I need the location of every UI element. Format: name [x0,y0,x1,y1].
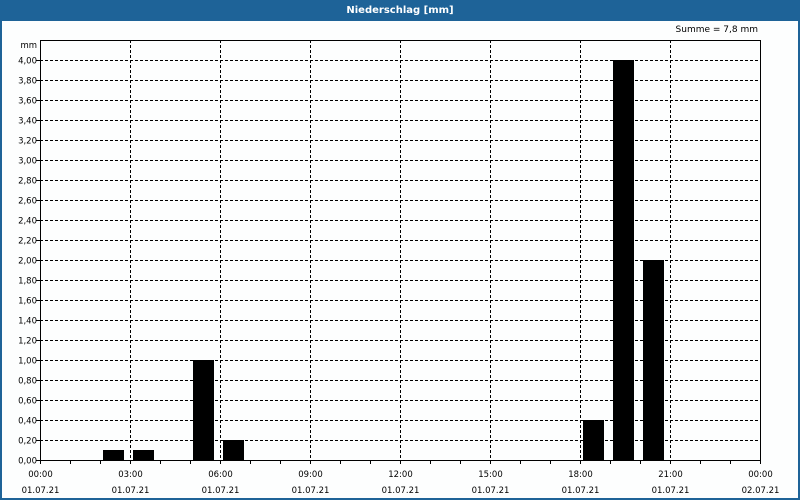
x-tick-date: 01.07.21 [472,486,510,496]
x-tick-date: 01.07.21 [202,486,240,496]
x-tick-time: 00:00 [28,470,53,480]
y-tick-label: 2,80 [18,177,37,187]
x-tick-date: 01.07.21 [112,486,150,496]
x-tick-date: 02.07.21 [742,486,780,496]
y-tick-label: 0,00 [18,457,37,467]
x-tick-date: 01.07.21 [382,486,420,496]
y-tick-label: 1,80 [18,277,37,287]
bar [133,450,154,460]
x-tick-time: 06:00 [208,470,233,480]
x-tick-time: 03:00 [118,470,143,480]
precipitation-chart: 0,00 0,20 0,40 0,60 0,80 1,00 1,20 1,40 1,60 1,80… [18,40,780,496]
bar [613,60,634,460]
bar [193,360,214,460]
bar [103,450,124,460]
x-tick-time: 12:00 [388,470,413,480]
y-tick-label: 2,20 [18,237,37,247]
x-tick-time: 21:00 [658,470,683,480]
y-tick-label: 1,60 [18,297,37,307]
x-tick-time: 15:00 [478,470,503,480]
bar [223,440,244,460]
y-tick-label: 0,40 [18,417,37,427]
y-tick-label: 3,20 [18,137,37,147]
y-tick-label: 4,00 [18,57,37,67]
x-tick-time: 00:00 [748,470,773,480]
y-tick-label: 3,80 [18,77,37,87]
y-tick-label: 0,20 [18,437,37,447]
y-tick-label: 3,00 [18,157,37,167]
x-tick-date: 01.07.21 [652,486,690,496]
y-tick-label: 3,40 [18,117,37,127]
x-tick-date: 01.07.21 [292,486,330,496]
y-tick-label: 1,40 [18,317,37,327]
y-tick-label: 2,60 [18,197,37,207]
y-tick-label: 2,40 [18,217,37,227]
bar [643,260,664,460]
y-tick-label: 1,00 [18,357,37,367]
x-tick-time: 18:00 [568,470,593,480]
bar [583,420,604,460]
x-tick-time: 09:00 [298,470,323,480]
y-tick-label: 1,20 [18,337,37,347]
y-tick-label: 0,80 [18,377,37,387]
y-tick-label: 3,60 [18,97,37,107]
x-tick-date: 01.07.21 [562,486,600,496]
y-axis-label: mm [20,41,37,51]
y-tick-label: 2,00 [18,257,37,267]
y-tick-label: 0,60 [18,397,37,407]
x-tick-date: 01.07.21 [22,486,60,496]
